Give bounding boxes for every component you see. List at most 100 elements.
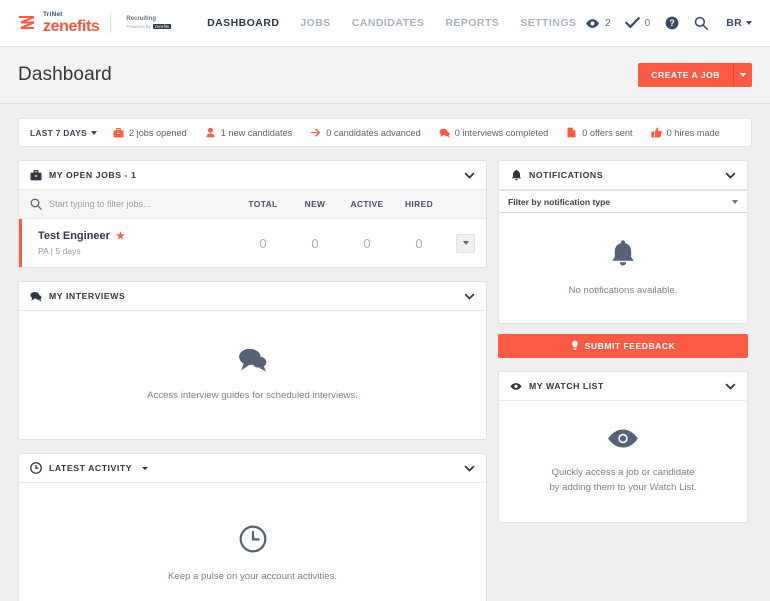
stat-new-candidates: 1 new candidates [205, 127, 311, 138]
my-open-jobs-title: MY OPEN JOBS - 1 [49, 170, 137, 180]
brand-logo[interactable]: TriNet zenefits Recruiting Powered by ze… [18, 11, 172, 36]
my-interviews-empty-text: Access interview guides for scheduled in… [147, 390, 358, 401]
watch-list-count: 2 [605, 17, 611, 29]
column-header-total: TOTAL [248, 199, 278, 209]
jobs-filter-input[interactable] [49, 199, 229, 209]
nav-item-candidates[interactable]: CANDIDATES [352, 17, 425, 29]
nav-item-reports[interactable]: REPORTS [445, 17, 499, 29]
collapse-my-open-jobs-icon[interactable] [464, 172, 475, 179]
my-watch-list-header: MY WATCH LIST [499, 372, 747, 401]
page-header: Dashboard CREATE A JOB [0, 47, 770, 104]
my-interviews-title-group: MY INTERVIEWS [30, 290, 125, 302]
create-a-job-button[interactable]: CREATE A JOB [638, 63, 733, 87]
document-icon [566, 127, 577, 138]
latest-activity-header: LATEST ACTIVITY [19, 454, 486, 483]
clock-icon [30, 462, 42, 474]
watch-list-indicator[interactable]: 2 [585, 16, 611, 31]
my-watch-list-empty-text-line1: Quickly access a job or candidate [551, 467, 695, 478]
collapse-my-interviews-icon[interactable] [464, 293, 475, 300]
left-column: MY OPEN JOBS - 1 Start typing to filter … [18, 160, 487, 601]
my-open-jobs-title-group: MY OPEN JOBS - 1 [30, 169, 136, 181]
search-button[interactable] [693, 16, 708, 31]
job-info: Test Engineer ★ PA | 5 days [22, 230, 125, 256]
notifications-empty-state: No notifications available. [499, 213, 747, 323]
stat-offers-sent-label: 0 offers sent [582, 127, 633, 138]
submit-feedback-button[interactable]: SUBMIT FEEDBACK [498, 334, 748, 358]
page-header-actions: CREATE A JOB [638, 63, 752, 87]
latest-activity-title: LATEST ACTIVITY [49, 463, 133, 473]
notifications-panel: NOTIFICATIONS Filter by notification typ… [498, 160, 748, 324]
chat-bubbles-icon [238, 347, 268, 377]
brand-zenefits-label: zenefits [43, 18, 100, 36]
chat-icon [30, 290, 42, 302]
check-icon [624, 16, 640, 31]
star-icon[interactable]: ★ [116, 231, 125, 242]
summary-stats-bar: LAST 7 DAYS 2 jobs opened 1 new candidat… [18, 118, 752, 147]
latest-activity-panel: LATEST ACTIVITY Keep a pulse on your acc… [18, 453, 487, 601]
collapse-my-watch-list-icon[interactable] [725, 383, 736, 390]
eye-icon [607, 428, 639, 454]
date-range-label: LAST 7 DAYS [30, 127, 87, 138]
bell-icon [510, 169, 522, 181]
nav-item-settings[interactable]: SETTINGS [520, 17, 576, 29]
my-watch-list-empty-text: Quickly access a job or candidate by add… [549, 465, 696, 495]
notification-type-filter-select[interactable]: Filter by notification type [499, 190, 747, 213]
chevron-down-icon [732, 199, 738, 204]
dashboard-columns: MY OPEN JOBS - 1 Start typing to filter … [18, 160, 752, 601]
my-watch-list-title-group: MY WATCH LIST [510, 380, 604, 392]
jobs-column-headers: TOTAL NEW ACTIVE HIRED [237, 199, 475, 209]
user-menu[interactable]: BR [726, 17, 752, 29]
person-icon [205, 127, 216, 138]
latest-activity-empty-state: Keep a pulse on your account activities. [19, 483, 486, 601]
stat-jobs-opened-label: 2 jobs opened [128, 127, 187, 138]
collapse-notifications-icon[interactable] [725, 172, 736, 179]
help-button[interactable]: ? [664, 16, 679, 31]
stat-candidates-advanced-label: 0 candidates advanced [326, 127, 421, 138]
chevron-down-icon [462, 241, 469, 245]
brand-wordmark: TriNet zenefits [43, 11, 100, 36]
my-watch-list-title: MY WATCH LIST [529, 381, 604, 391]
briefcase-icon [30, 169, 42, 181]
stat-offers-sent: 0 offers sent [566, 127, 650, 138]
search-icon [693, 16, 708, 31]
nav-item-dashboard[interactable]: DASHBOARD [207, 17, 279, 29]
app-root: TriNet zenefits Recruiting Powered by ze… [0, 0, 770, 601]
stat-new-candidates-label: 1 new candidates [220, 127, 293, 138]
table-row[interactable]: Test Engineer ★ PA | 5 days 0 0 0 0 [19, 219, 486, 267]
notifications-empty-text: No notifications available. [568, 284, 678, 296]
stat-jobs-opened: 2 jobs opened [113, 127, 205, 138]
zenefits-logo-icon [18, 14, 36, 32]
top-navigation-bar: TriNet zenefits Recruiting Powered by ze… [0, 0, 770, 47]
page-content: LAST 7 DAYS 2 jobs opened 1 new candidat… [0, 104, 770, 601]
date-range-selector[interactable]: LAST 7 DAYS [30, 128, 113, 138]
my-interviews-title: MY INTERVIEWS [49, 291, 126, 301]
stat-interviews-completed-label: 0 interviews completed [454, 127, 549, 138]
brand-poweredby-block: Powered by zenefits [126, 24, 172, 30]
chevron-down-icon [90, 130, 97, 135]
latest-activity-empty-text: Keep a pulse on your account activities. [167, 570, 338, 582]
chevron-down-icon [740, 73, 746, 77]
arrow-right-icon [310, 127, 321, 138]
tasks-indicator[interactable]: 0 [624, 16, 650, 31]
column-header-hired: HIRED [404, 199, 434, 209]
nav-item-jobs[interactable]: JOBS [300, 17, 330, 29]
top-right-actions: 2 0 ? BR [585, 16, 752, 31]
jobs-filter-row: TOTAL NEW ACTIVE HIRED [19, 190, 486, 219]
user-initials: BR [726, 17, 742, 29]
chat-icon [439, 127, 450, 138]
collapse-latest-activity-icon[interactable] [464, 465, 475, 472]
job-row-menu-button[interactable] [456, 233, 475, 253]
job-title[interactable]: Test Engineer [38, 230, 110, 242]
job-count-active: 0 [363, 235, 371, 251]
latest-activity-dropdown-icon[interactable] [142, 466, 149, 470]
job-count-hired: 0 [415, 235, 423, 251]
search-icon [30, 198, 42, 210]
brand-product-label: Recruiting [126, 16, 157, 23]
brand-product-block: Recruiting Powered by zenefits [126, 16, 172, 30]
right-column: NOTIFICATIONS Filter by notification typ… [498, 160, 748, 536]
create-a-job-dropdown-button[interactable] [733, 63, 752, 87]
brand-poweredby-mark: zenefits [152, 24, 172, 30]
notifications-title-group: NOTIFICATIONS [510, 169, 603, 181]
briefcase-icon [113, 127, 124, 138]
clock-icon [239, 525, 267, 558]
